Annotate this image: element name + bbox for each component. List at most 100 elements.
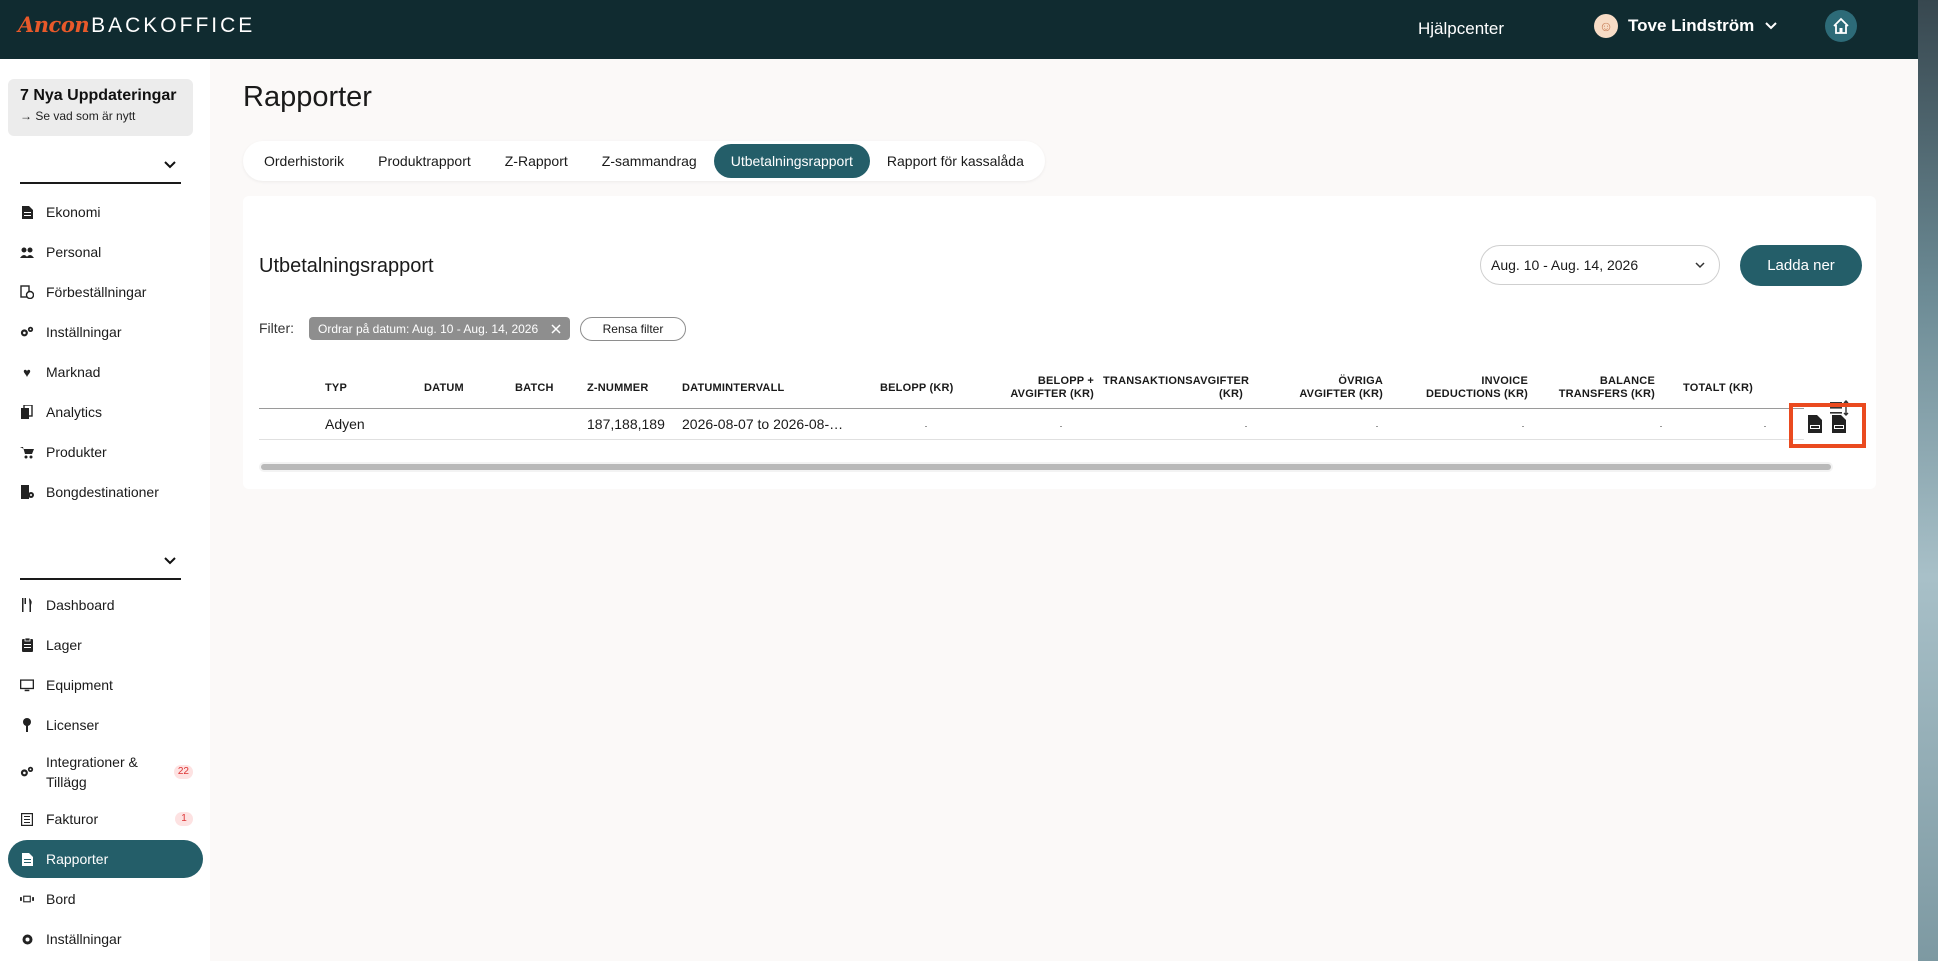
home-icon [1833, 17, 1849, 34]
help-center-link[interactable]: Hjälpcenter [1418, 19, 1504, 39]
updates-subtitle: → Se vad som är nytt [20, 109, 136, 123]
report-card: Utbetalningsrapport Aug. 10 - Aug. 14, 2… [243, 196, 1876, 489]
column-header-transaktionsavgifter[interactable]: TRANSAKTIONSAVGIFTER (KR) [1103, 375, 1249, 401]
document-icon [20, 205, 34, 219]
cell-z-nummer: 187,188,189 [587, 416, 665, 432]
main-content: Rapporter Orderhistorik Produktrapport Z… [210, 59, 1918, 961]
column-header-belopp[interactable]: BELOPP (KR) [880, 382, 954, 395]
gears-icon [20, 765, 34, 779]
sidebar-item-produkter[interactable]: Produkter [8, 433, 203, 471]
section-selector-2[interactable] [20, 552, 181, 580]
column-header-totalt[interactable]: TOTALT (KR) [1683, 382, 1753, 395]
section-selector-1[interactable] [20, 156, 181, 184]
column-header-belopp-avgifter[interactable]: BELOPP + AVGIFTER (KR) [1003, 375, 1094, 401]
column-header-datumintervall[interactable]: DATUMINTERVALL [682, 382, 784, 395]
cell-placeholder [1660, 426, 1662, 427]
pdf-download-icon[interactable] [1808, 415, 1822, 433]
heart-icon: ♥ [23, 364, 31, 380]
sidebar-item-label: Integrationer & Tillägg [46, 754, 138, 790]
gears-icon [20, 325, 34, 339]
preorder-icon [20, 285, 34, 299]
tab-produktrapport[interactable]: Produktrapport [361, 144, 488, 178]
logo-product: BACKOFFICE [91, 14, 256, 37]
updates-banner[interactable]: 7 Nya Uppdateringar → Se vad som är nytt [8, 79, 193, 136]
filter-chip-label: Ordrar på datum: Aug. 10 - Aug. 14, 2026 [318, 321, 539, 336]
notification-badge: 22 [173, 765, 193, 779]
avatar: ☺ [1594, 14, 1618, 38]
column-header-typ[interactable]: TYP [325, 382, 347, 395]
tab-orderhistorik[interactable]: Orderhistorik [247, 144, 361, 178]
sidebar-item-bord[interactable]: Bord [8, 880, 203, 918]
sidebar-item-label: Inställningar [46, 324, 122, 340]
tab-z-rapport[interactable]: Z-Rapport [488, 144, 585, 178]
monitor-icon [20, 678, 34, 692]
sidebar-item-label: Ekonomi [46, 204, 101, 220]
sidebar-item-dashboard[interactable]: Dashboard [8, 586, 203, 624]
column-header-batch[interactable]: BATCH [515, 382, 554, 395]
sidebar-item-analytics[interactable]: Analytics [8, 393, 203, 431]
sidebar-item-equipment[interactable]: Equipment [8, 666, 203, 704]
column-header-line: INVOICE [1481, 375, 1528, 387]
sidebar-item-label: Licenser [46, 717, 99, 733]
sidebar-item-label: Fakturor [46, 811, 99, 827]
column-header-ovriga-avgifter[interactable]: ÖVRIGA AVGIFTER (KR) [1273, 375, 1383, 401]
sidebar-item-label: Personal [46, 244, 102, 260]
table-header-divider [259, 408, 1804, 409]
logo[interactable]: Ancon BACKOFFICE [18, 12, 255, 38]
cell-placeholder [1376, 426, 1378, 427]
sidebar-item-label: Bord [46, 891, 76, 907]
table-icon [20, 892, 34, 906]
cell-placeholder [1522, 426, 1524, 427]
column-header-line: AVGIFTER (KR) [1010, 388, 1094, 400]
user-menu[interactable]: ☺ Tove Lindström [1594, 14, 1778, 38]
sidebar-item-installningar[interactable]: Inställningar [8, 313, 203, 351]
user-name: Tove Lindström [1628, 16, 1755, 35]
report-tabs: Orderhistorik Produktrapport Z-Rapport Z… [243, 141, 1045, 181]
scrollbar-thumb[interactable] [261, 464, 1831, 470]
sidebar-item-rapporter[interactable]: Rapporter [8, 840, 203, 878]
sidebar-item-label: Analytics [46, 404, 103, 420]
download-button[interactable]: Ladda ner [1740, 245, 1862, 286]
chevron-down-icon [164, 557, 176, 565]
sidebar-item-label: Produkter [46, 444, 107, 460]
tab-rapport-for-kassalada[interactable]: Rapport för kassalåda [870, 144, 1041, 178]
column-header-z-nummer[interactable]: Z-NUMMER [587, 382, 648, 395]
sidebar-item-installningar-2[interactable]: Inställningar [8, 920, 203, 958]
sidebar-item-licenser[interactable]: Licenser [8, 706, 203, 744]
sidebar-item-fakturor[interactable]: Fakturor 1 [8, 800, 203, 838]
csv-download-icon[interactable] [1832, 415, 1846, 433]
sidebar-item-forbestallningar[interactable]: Förbeställningar [8, 273, 203, 311]
sidebar-item-label: Lager [46, 637, 82, 653]
column-header-invoice-deductions[interactable]: INVOICE DEDUCTIONS (KR) [1403, 375, 1528, 401]
clear-filter-button[interactable]: Rensa filter [580, 317, 686, 341]
column-header-balance-transfers[interactable]: BALANCE TRANSFERS (KR) [1543, 375, 1655, 401]
sidebar-item-ekonomi[interactable]: Ekonomi [8, 193, 203, 231]
receipt-icon [20, 485, 34, 499]
list-icon [20, 812, 34, 826]
sidebar-item-label: Förbeställningar [46, 284, 147, 300]
tab-utbetalningsrapport[interactable]: Utbetalningsrapport [713, 144, 870, 178]
close-icon[interactable] [551, 323, 561, 334]
home-button[interactable] [1825, 10, 1857, 42]
sidebar-item-marknad[interactable]: ♥ Marknad [8, 353, 203, 391]
column-header-datum[interactable]: DATUM [424, 382, 464, 395]
cell-placeholder [1245, 426, 1247, 427]
date-range-select[interactable]: Aug. 10 - Aug. 14, 2026 [1480, 245, 1720, 285]
gear-icon [20, 932, 34, 946]
sidebar-item-label: Equipment [46, 677, 113, 693]
sidebar-item-lager[interactable]: Lager [8, 626, 203, 664]
column-header-line: AVGIFTER (KR) [1299, 388, 1383, 400]
filter-label: Filter: [259, 320, 294, 336]
clipboard-icon [20, 638, 34, 652]
key-icon [20, 718, 34, 732]
tab-z-sammandrag[interactable]: Z-sammandrag [585, 144, 714, 178]
sidebar-item-personal[interactable]: Personal [8, 233, 203, 271]
sidebar-item-bongdestinationer[interactable]: Bongdestinationer [8, 473, 203, 511]
sidebar-item-integrationer[interactable]: Integrationer & Tillägg 22 [8, 747, 203, 797]
column-header-line: BELOPP + [1037, 375, 1094, 387]
sidebar-item-label: Bongdestinationer [46, 484, 159, 500]
window-edge-background [1918, 0, 1938, 961]
sidebar-item-label: Marknad [46, 364, 101, 380]
report-title: Utbetalningsrapport [259, 255, 434, 277]
sidebar-item-label: Inställningar [46, 931, 122, 947]
